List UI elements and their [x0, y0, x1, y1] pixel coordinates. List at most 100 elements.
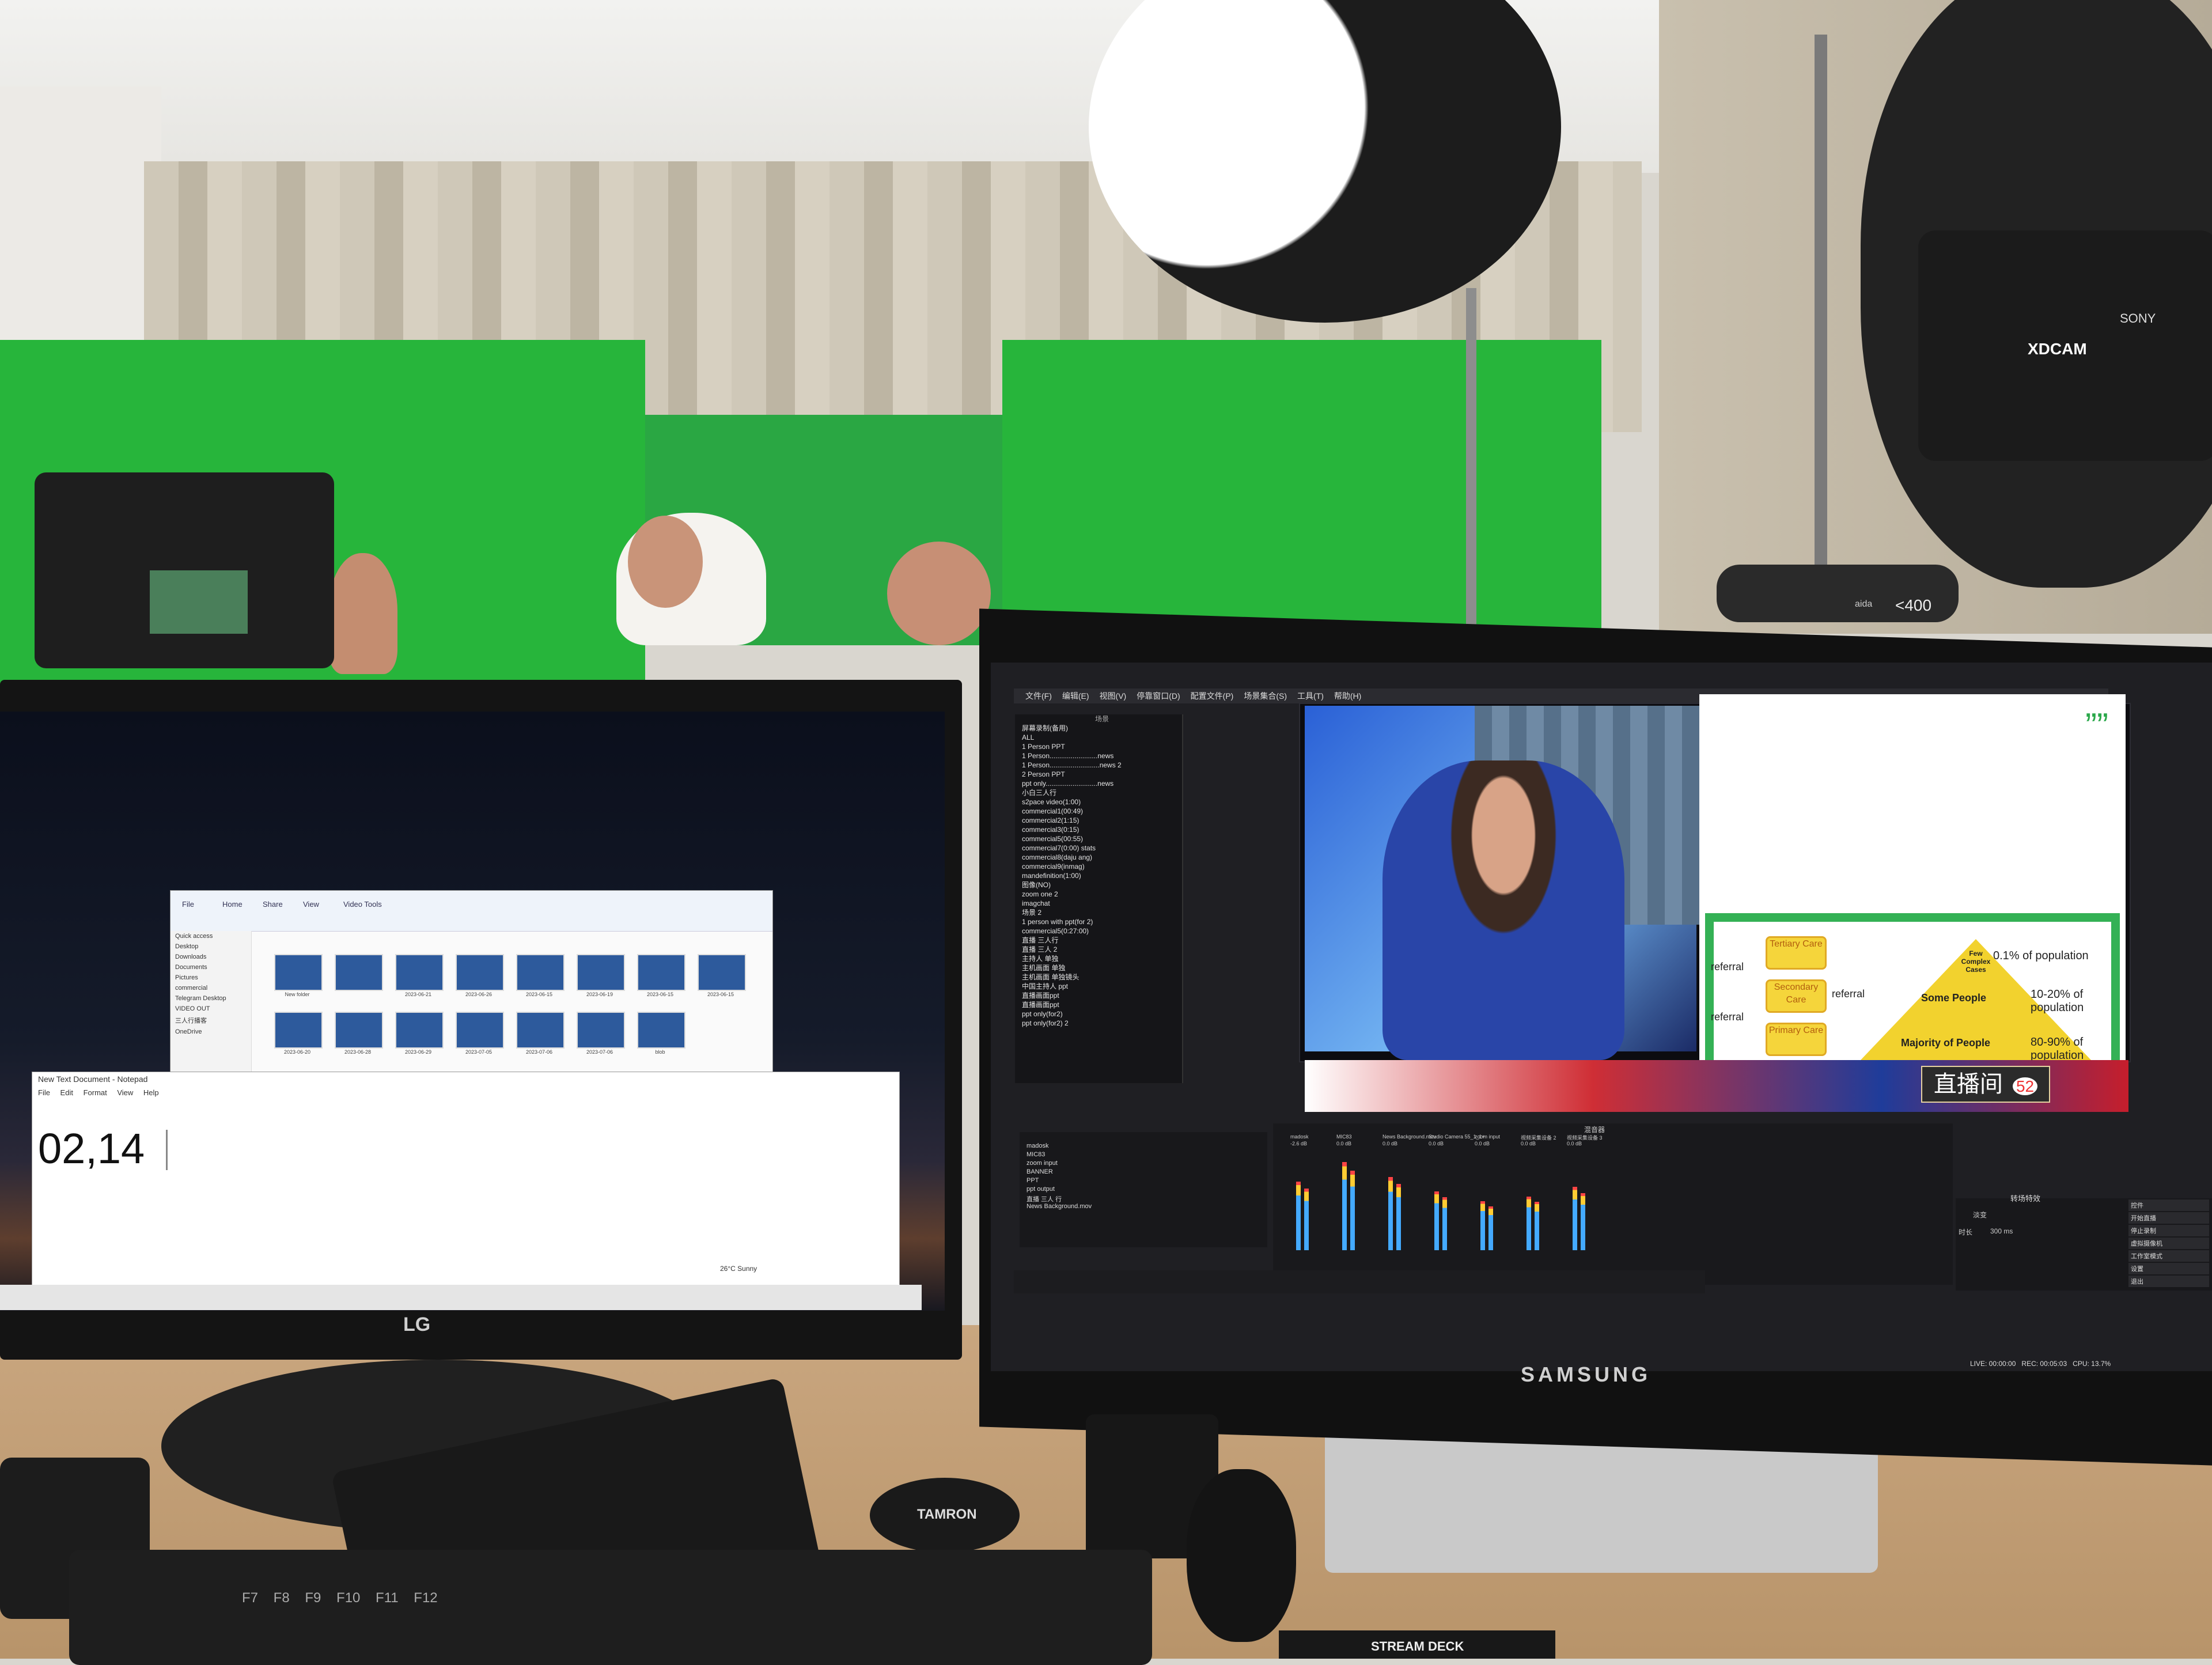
explorer-nav-item[interactable]: Documents [171, 962, 251, 972]
file-thumbnail[interactable] [577, 1012, 625, 1049]
scene-item[interactable]: 场景 2 [1015, 908, 1182, 917]
explorer-nav-item[interactable]: OneDrive [171, 1027, 251, 1037]
scene-item[interactable]: ALL [1015, 733, 1182, 742]
scene-item[interactable]: commercial1(00:49) [1015, 807, 1182, 816]
scene-item[interactable]: 屏幕录制(备用) [1015, 724, 1182, 733]
control-button[interactable]: 停止录制 [2128, 1225, 2209, 1236]
source-item[interactable]: PPT [1027, 1177, 1039, 1184]
source-item[interactable]: ppt output [1027, 1186, 1055, 1193]
explorer-nav-item[interactable]: 三人行播客 [171, 1014, 251, 1027]
obs-menu-item[interactable]: 编辑(E) [1062, 691, 1089, 701]
file-thumbnail[interactable] [516, 954, 565, 991]
file-thumbnail[interactable] [516, 1012, 565, 1049]
file-explorer-window[interactable]: File Home Share View Video Tools Quick acces… [170, 890, 773, 1087]
explorer-nav-item[interactable]: Downloads [171, 952, 251, 962]
scene-item[interactable]: 直播 三人行 [1015, 936, 1182, 945]
source-item[interactable]: madosk [1027, 1142, 1049, 1149]
samsung-taskbar[interactable] [1014, 1270, 1705, 1293]
scene-item[interactable]: 1 Person.........................news [1015, 751, 1182, 760]
scene-item[interactable]: zoom one 2 [1015, 890, 1182, 899]
explorer-tab[interactable]: Share [263, 900, 283, 909]
source-item[interactable]: 直播 三人 行 [1027, 1194, 1062, 1204]
scene-item[interactable]: 中国主持人 ppt [1015, 982, 1182, 991]
explorer-nav-item[interactable]: commercial [171, 983, 251, 993]
explorer-nav-item[interactable]: Pictures [171, 972, 251, 983]
taskbar-weather[interactable]: 26°C Sunny [720, 1265, 757, 1273]
explorer-tab[interactable]: Video Tools [343, 900, 382, 909]
scene-item[interactable]: imagchat [1015, 899, 1182, 908]
file-thumbnail[interactable] [577, 954, 625, 991]
scene-item[interactable]: commercial9(inmag) [1015, 862, 1182, 871]
control-button[interactable]: 虚拟摄像机 [2128, 1238, 2209, 1249]
scene-item[interactable]: 1 Person..........................news 2 [1015, 760, 1182, 770]
obs-transitions-panel[interactable]: 淡变 时长 300 ms 控件 开始直播 停止录制 虚拟摄像机 工作室模式 设置 退出 [1956, 1198, 2212, 1291]
file-thumbnail[interactable] [637, 1012, 685, 1049]
scene-item[interactable]: ppt only(for2) [1015, 1009, 1182, 1019]
duration-input[interactable]: 300 ms [1990, 1227, 2013, 1235]
file-thumbnail[interactable] [335, 954, 383, 991]
notepad-content[interactable]: 02,14 [38, 1124, 145, 1173]
obs-menu-item[interactable]: 场景集合(S) [1244, 691, 1287, 701]
obs-menu-item[interactable]: 配置文件(P) [1191, 691, 1234, 701]
scene-item[interactable]: 主机画面 单独镜头 [1015, 972, 1182, 982]
explorer-tab[interactable]: Home [222, 900, 243, 909]
function-keys[interactable]: F7 F8 F9 F10 F11 F12 [242, 1590, 438, 1606]
control-button[interactable]: 设置 [2128, 1263, 2209, 1274]
control-button[interactable]: 开始直播 [2128, 1212, 2209, 1224]
obs-menu-item[interactable]: 视图(V) [1100, 691, 1127, 701]
explorer-tab[interactable]: View [303, 900, 319, 909]
notepad-window[interactable]: New Text Document - Notepad File Edit Fo… [32, 1072, 900, 1289]
transition-select[interactable]: 淡变 [1973, 1210, 1987, 1220]
lg-taskbar[interactable] [0, 1285, 922, 1310]
file-thumbnail[interactable] [274, 954, 323, 991]
obs-audio-mixer[interactable]: 混音器 madosk -2.6 dB MIC83 0.0 dB News Backgro… [1273, 1123, 1953, 1285]
scene-item[interactable]: commercial7(0:00) stats [1015, 843, 1182, 853]
source-item[interactable]: News Background.mov [1027, 1203, 1092, 1210]
notepad-menu[interactable]: File Edit Format View Help [38, 1088, 159, 1097]
control-button[interactable]: 退出 [2128, 1276, 2209, 1287]
scene-item[interactable]: 2 Person PPT [1015, 770, 1182, 779]
file-thumbnail[interactable] [335, 1012, 383, 1049]
keyboard[interactable] [69, 1550, 1152, 1665]
scene-item[interactable]: 1 Person PPT [1015, 742, 1182, 751]
file-thumbnail[interactable] [456, 1012, 504, 1049]
source-item[interactable]: MIC83 [1027, 1151, 1045, 1158]
file-thumbnail[interactable] [274, 1012, 323, 1049]
scene-item[interactable]: ppt only...........................news [1015, 779, 1182, 788]
file-thumbnail[interactable] [395, 1012, 444, 1049]
file-thumbnail[interactable] [698, 954, 746, 991]
mouse[interactable] [1187, 1469, 1296, 1642]
control-button[interactable]: 控件 [2128, 1199, 2209, 1211]
explorer-nav-item[interactable]: Desktop [171, 941, 251, 952]
scene-item[interactable]: commercial5(00:55) [1015, 834, 1182, 843]
file-thumbnail[interactable] [637, 954, 685, 991]
scene-item[interactable]: 图像(NO) [1015, 880, 1182, 890]
obs-menu-item[interactable]: 工具(T) [1297, 691, 1324, 701]
scene-item[interactable]: 直播 三人 2 [1015, 945, 1182, 954]
scene-item[interactable]: 主持人 单独 [1015, 954, 1182, 963]
scene-item[interactable]: mandefinition(1:00) [1015, 871, 1182, 880]
obs-menu-items[interactable]: 文件(F) 编辑(E) 视图(V) 停靠窗口(D) 配置文件(P) 场景集合(S) 工具(T… [1025, 690, 1372, 702]
obs-menu-item[interactable]: 帮助(H) [1334, 691, 1361, 701]
scene-item[interactable]: commercial8(daju ang) [1015, 853, 1182, 862]
scene-item[interactable]: commercial3(0:15) [1015, 825, 1182, 834]
scene-item[interactable]: 主机画面 单独 [1015, 963, 1182, 972]
control-button[interactable]: 工作室模式 [2128, 1250, 2209, 1262]
explorer-nav-item[interactable]: Quick access [171, 931, 251, 941]
scene-item[interactable]: 小白三人行 [1015, 788, 1182, 797]
file-thumbnail[interactable] [395, 954, 444, 991]
scene-item[interactable]: 1 person with ppt(for 2) [1015, 917, 1182, 926]
obs-scene-list[interactable]: 场景 屏幕录制(备用) ALL 1 Person PPT 1 Person......… [1015, 714, 1183, 1083]
scene-item[interactable]: s2pace video(1:00) [1015, 797, 1182, 807]
source-item[interactable]: BANNER [1027, 1168, 1053, 1175]
explorer-nav-item[interactable]: Telegram Desktop [171, 993, 251, 1004]
scene-item[interactable]: commercial5(0:27:00) [1015, 926, 1182, 936]
scene-item[interactable]: 直播画面ppt [1015, 1000, 1182, 1009]
scene-item[interactable]: ppt only(for2) 2 [1015, 1019, 1182, 1028]
file-thumbnail[interactable] [456, 954, 504, 991]
source-item[interactable]: zoom input [1027, 1160, 1058, 1167]
obs-menu-item[interactable]: 停靠窗口(D) [1137, 691, 1180, 701]
scene-item[interactable]: commercial2(1:15) [1015, 816, 1182, 825]
explorer-tab[interactable]: File [182, 900, 194, 909]
scene-item[interactable]: 直播画面ppt [1015, 991, 1182, 1000]
